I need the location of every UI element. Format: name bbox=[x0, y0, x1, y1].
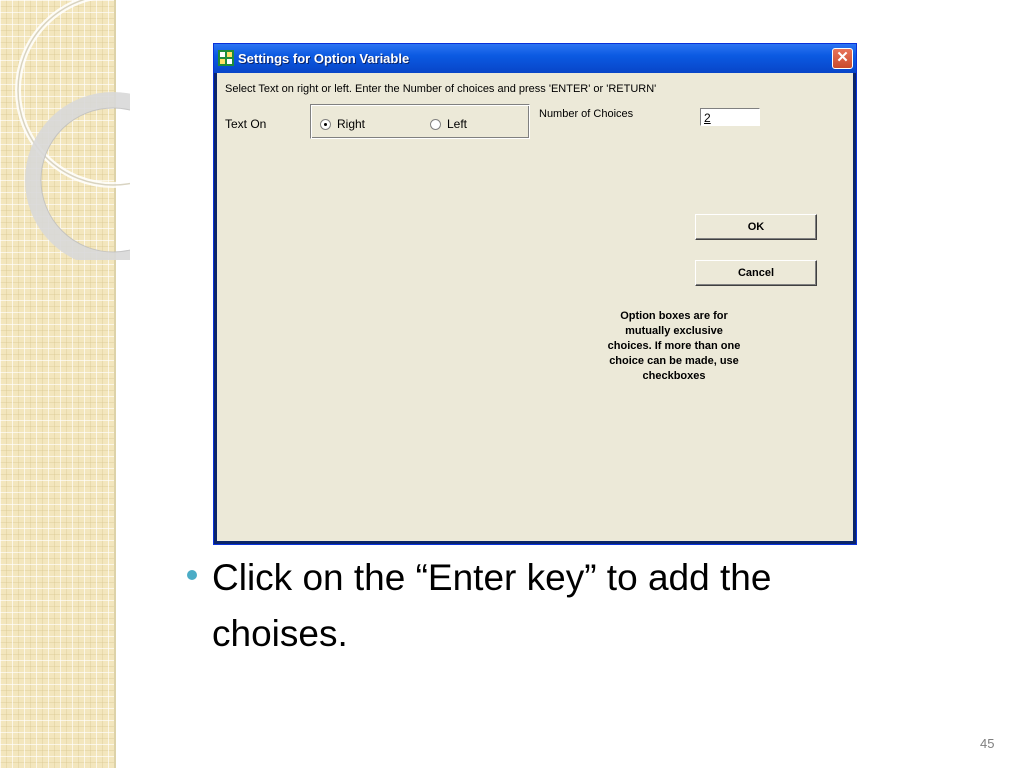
number-of-choices-label: Number of Choices bbox=[539, 108, 634, 120]
option-box-hint: Option boxes are for mutually exclusive … bbox=[607, 310, 741, 382]
radio-unchecked-icon bbox=[430, 118, 441, 130]
bullet-icon bbox=[187, 570, 197, 580]
instruction-text: Select Text on right or left. Enter the … bbox=[225, 83, 657, 95]
radio-checked-icon bbox=[320, 118, 331, 130]
radio-right-label: Right bbox=[337, 117, 366, 131]
decorative-rings bbox=[15, 0, 130, 260]
ok-button[interactable]: OK bbox=[695, 214, 817, 240]
page-number: 45 bbox=[980, 736, 995, 751]
close-icon[interactable]: ✕ bbox=[832, 48, 853, 69]
dialog-titlebar[interactable]: Settings for Option Variable ✕ bbox=[214, 44, 856, 73]
text-on-label: Text On bbox=[225, 117, 267, 131]
radio-left-label: Left bbox=[447, 117, 468, 131]
cancel-button[interactable]: Cancel bbox=[695, 260, 817, 286]
app-icon bbox=[218, 50, 234, 66]
dialog-client-area: Select Text on right or left. Enter the … bbox=[217, 73, 853, 541]
settings-dialog: Settings for Option Variable ✕ Select Te… bbox=[213, 43, 857, 545]
radio-right[interactable]: Right bbox=[320, 117, 365, 131]
dialog-title: Settings for Option Variable bbox=[238, 51, 410, 66]
radio-left[interactable]: Left bbox=[430, 117, 467, 131]
number-of-choices-input[interactable]: 2 bbox=[700, 108, 760, 126]
bullet-text: Click on the “Enter key” to add the choi… bbox=[212, 557, 772, 654]
text-position-radio-group: Right Left bbox=[310, 104, 530, 139]
